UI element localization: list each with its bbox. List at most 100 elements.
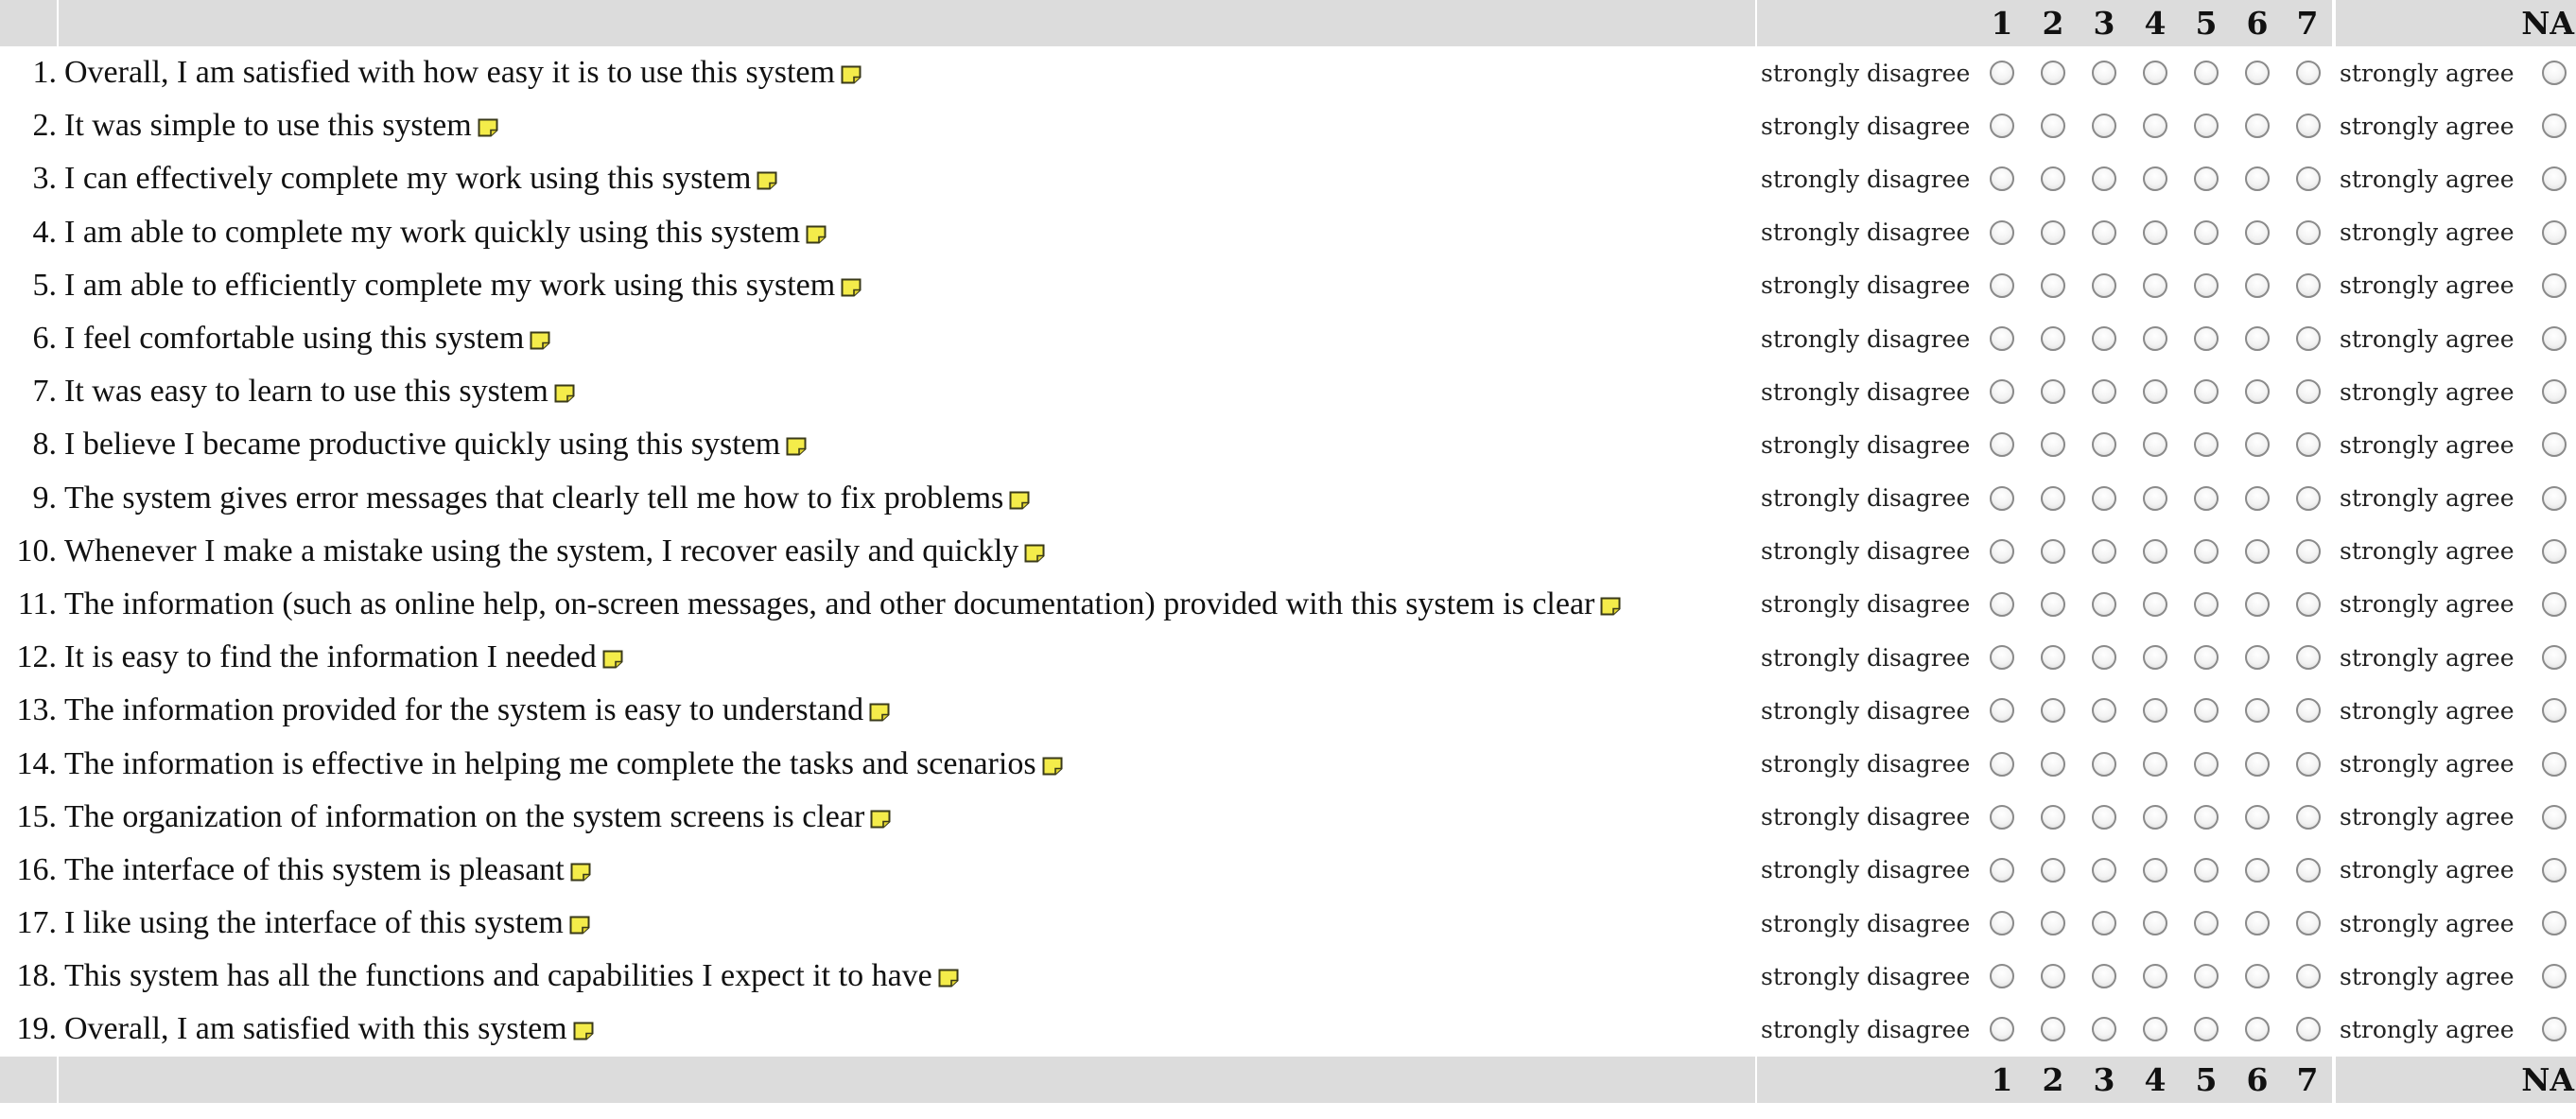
comment-note-icon[interactable] <box>570 863 591 882</box>
rating-radio-1[interactable] <box>1990 272 2014 298</box>
rating-radio-1[interactable] <box>1990 432 2014 458</box>
rating-radio-7[interactable] <box>2296 485 2321 511</box>
rating-radio-na[interactable] <box>2542 379 2567 405</box>
rating-radio-6[interactable] <box>2245 379 2270 405</box>
rating-radio-3[interactable] <box>2092 911 2116 936</box>
rating-radio-2[interactable] <box>2041 432 2065 458</box>
rating-radio-7[interactable] <box>2296 219 2321 245</box>
rating-radio-7[interactable] <box>2296 166 2321 192</box>
rating-radio-4[interactable] <box>2143 591 2167 617</box>
comment-note-icon[interactable] <box>554 384 575 403</box>
rating-radio-6[interactable] <box>2245 326 2270 352</box>
rating-radio-3[interactable] <box>2092 804 2116 830</box>
rating-radio-2[interactable] <box>2041 379 2065 405</box>
rating-radio-2[interactable] <box>2041 698 2065 724</box>
rating-radio-3[interactable] <box>2092 432 2116 458</box>
rating-radio-na[interactable] <box>2542 272 2567 298</box>
rating-radio-5[interactable] <box>2194 804 2219 830</box>
rating-radio-6[interactable] <box>2245 219 2270 245</box>
rating-radio-3[interactable] <box>2092 379 2116 405</box>
rating-radio-5[interactable] <box>2194 698 2219 724</box>
rating-radio-7[interactable] <box>2296 432 2321 458</box>
rating-radio-3[interactable] <box>2092 485 2116 511</box>
rating-radio-1[interactable] <box>1990 857 2014 883</box>
comment-note-icon[interactable] <box>757 171 777 190</box>
rating-radio-6[interactable] <box>2245 698 2270 724</box>
rating-radio-3[interactable] <box>2092 1017 2116 1042</box>
rating-radio-2[interactable] <box>2041 114 2065 139</box>
rating-radio-2[interactable] <box>2041 751 2065 777</box>
comment-note-icon[interactable] <box>530 331 550 350</box>
rating-radio-7[interactable] <box>2296 326 2321 352</box>
rating-radio-3[interactable] <box>2092 61 2116 86</box>
rating-radio-4[interactable] <box>2143 857 2167 883</box>
rating-radio-6[interactable] <box>2245 432 2270 458</box>
rating-radio-3[interactable] <box>2092 645 2116 671</box>
rating-radio-3[interactable] <box>2092 857 2116 883</box>
rating-radio-3[interactable] <box>2092 219 2116 245</box>
rating-radio-1[interactable] <box>1990 1017 2014 1042</box>
rating-radio-6[interactable] <box>2245 114 2270 139</box>
rating-radio-4[interactable] <box>2143 751 2167 777</box>
rating-radio-4[interactable] <box>2143 538 2167 564</box>
rating-radio-5[interactable] <box>2194 964 2219 989</box>
rating-radio-3[interactable] <box>2092 272 2116 298</box>
rating-radio-5[interactable] <box>2194 219 2219 245</box>
rating-radio-7[interactable] <box>2296 751 2321 777</box>
rating-radio-1[interactable] <box>1990 804 2014 830</box>
rating-radio-2[interactable] <box>2041 804 2065 830</box>
rating-radio-1[interactable] <box>1990 326 2014 352</box>
rating-radio-6[interactable] <box>2245 272 2270 298</box>
rating-radio-3[interactable] <box>2092 964 2116 989</box>
rating-radio-6[interactable] <box>2245 166 2270 192</box>
rating-radio-na[interactable] <box>2542 1017 2567 1042</box>
rating-radio-5[interactable] <box>2194 379 2219 405</box>
rating-radio-na[interactable] <box>2542 698 2567 724</box>
rating-radio-5[interactable] <box>2194 326 2219 352</box>
rating-radio-5[interactable] <box>2194 485 2219 511</box>
rating-radio-na[interactable] <box>2542 114 2567 139</box>
rating-radio-6[interactable] <box>2245 857 2270 883</box>
comment-note-icon[interactable] <box>1042 757 1063 776</box>
rating-radio-na[interactable] <box>2542 538 2567 564</box>
rating-radio-na[interactable] <box>2542 166 2567 192</box>
comment-note-icon[interactable] <box>573 1022 594 1040</box>
rating-radio-4[interactable] <box>2143 166 2167 192</box>
rating-radio-3[interactable] <box>2092 326 2116 352</box>
rating-radio-7[interactable] <box>2296 61 2321 86</box>
rating-radio-2[interactable] <box>2041 964 2065 989</box>
rating-radio-3[interactable] <box>2092 114 2116 139</box>
rating-radio-1[interactable] <box>1990 751 2014 777</box>
rating-radio-7[interactable] <box>2296 591 2321 617</box>
rating-radio-3[interactable] <box>2092 166 2116 192</box>
rating-radio-4[interactable] <box>2143 485 2167 511</box>
rating-radio-4[interactable] <box>2143 432 2167 458</box>
rating-radio-1[interactable] <box>1990 61 2014 86</box>
rating-radio-4[interactable] <box>2143 698 2167 724</box>
rating-radio-na[interactable] <box>2542 911 2567 936</box>
comment-note-icon[interactable] <box>869 703 890 722</box>
rating-radio-6[interactable] <box>2245 61 2270 86</box>
rating-radio-6[interactable] <box>2245 645 2270 671</box>
rating-radio-na[interactable] <box>2542 432 2567 458</box>
comment-note-icon[interactable] <box>1600 597 1621 616</box>
rating-radio-6[interactable] <box>2245 485 2270 511</box>
rating-radio-2[interactable] <box>2041 911 2065 936</box>
comment-note-icon[interactable] <box>938 969 959 988</box>
comment-note-icon[interactable] <box>569 916 590 935</box>
rating-radio-3[interactable] <box>2092 591 2116 617</box>
rating-radio-6[interactable] <box>2245 964 2270 989</box>
rating-radio-na[interactable] <box>2542 645 2567 671</box>
rating-radio-1[interactable] <box>1990 591 2014 617</box>
rating-radio-4[interactable] <box>2143 964 2167 989</box>
rating-radio-2[interactable] <box>2041 166 2065 192</box>
rating-radio-4[interactable] <box>2143 379 2167 405</box>
rating-radio-2[interactable] <box>2041 591 2065 617</box>
rating-radio-1[interactable] <box>1990 485 2014 511</box>
rating-radio-na[interactable] <box>2542 857 2567 883</box>
rating-radio-4[interactable] <box>2143 1017 2167 1042</box>
rating-radio-na[interactable] <box>2542 219 2567 245</box>
rating-radio-7[interactable] <box>2296 911 2321 936</box>
rating-radio-5[interactable] <box>2194 61 2219 86</box>
rating-radio-2[interactable] <box>2041 857 2065 883</box>
